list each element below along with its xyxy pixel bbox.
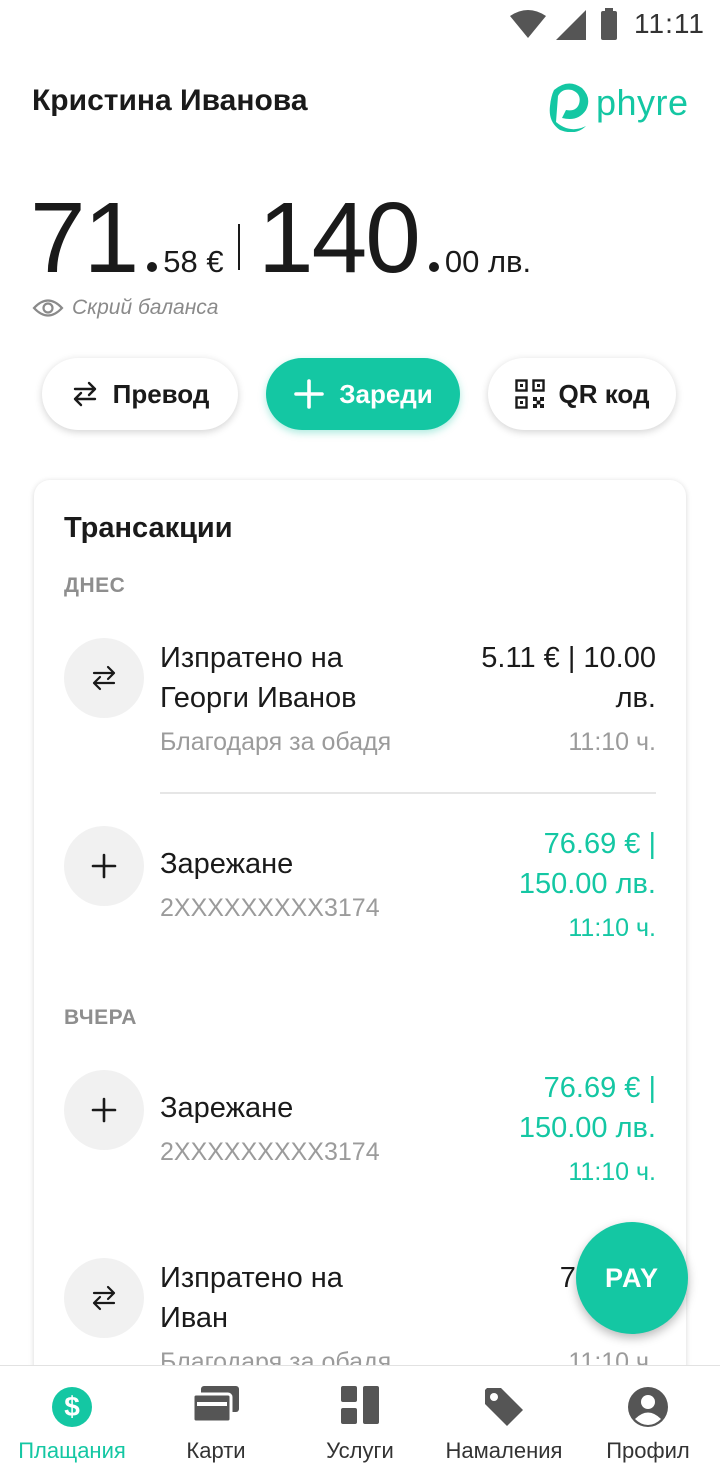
pay-button[interactable]: PAY [576, 1222, 688, 1334]
transaction-title: Зарежане [160, 1092, 294, 1124]
signal-icon [556, 10, 586, 40]
dollar-icon: $ [52, 1387, 92, 1427]
transaction-title-line1: Изпратено на [160, 1262, 343, 1294]
transfer-arrows-icon [64, 638, 144, 718]
transaction-item[interactable]: Зарежане 2XXXXXXXXX3174 76.69 € | 150.00… [34, 826, 686, 956]
transfer-arrows-icon [71, 380, 99, 408]
group-label-today: ДНЕС [64, 574, 126, 597]
transaction-amount: 76.69 € | 150.00 лв. [519, 1068, 656, 1148]
bottom-navigation: $ Плащания Карти Услуги Намаления Профил [0, 1365, 720, 1478]
phyre-logo: phyre [546, 78, 696, 132]
transfer-arrows-icon [64, 1258, 144, 1338]
transaction-amount-line2: 150.00 лв. [518, 1112, 656, 1144]
battery-icon [601, 8, 617, 40]
decimal-dot [428, 262, 439, 272]
nav-item-discounts[interactable]: Намаления [432, 1366, 576, 1478]
transaction-title-line1: Изпратено на [160, 642, 343, 674]
transaction-amount-line1: 76.69 € | [543, 1072, 656, 1104]
transaction-amount-line2: 150.00 лв. [518, 868, 656, 900]
transaction-time: 11:10 ч. [568, 914, 656, 942]
transaction-amount-line2: лв. [615, 682, 656, 714]
cards-icon [193, 1386, 239, 1424]
balance-eur-decimal: 58 € [163, 244, 224, 279]
balance-separator [238, 224, 240, 270]
group-label-yesterday: ВЧЕРА [64, 1006, 137, 1029]
transaction-item[interactable]: Изпратено на Георги Иванов Благодаря за … [34, 638, 686, 788]
transaction-item[interactable]: Зарежане 2XXXXXXXXX3174 76.69 € | 150.00… [34, 1070, 686, 1200]
transaction-amount: 76.69 € | 150.00 лв. [519, 824, 656, 904]
transaction-subtitle: Благодаря за обадя [160, 728, 392, 756]
qr-code-label: QR код [558, 378, 650, 409]
nav-item-services[interactable]: Услуги [288, 1366, 432, 1478]
plus-icon [64, 826, 144, 906]
wifi-icon [510, 10, 546, 38]
transaction-title: Зарежане [160, 848, 294, 880]
qr-code-icon [514, 379, 545, 409]
transaction-amount-line1: 5.11 € | 10.00 [481, 642, 656, 674]
balance-bgn-decimal: 00 лв. [444, 244, 532, 279]
status-bar: 11:11 [0, 0, 720, 48]
transaction-time: 11:10 ч. [568, 728, 656, 756]
logo-text: phyre [596, 82, 689, 123]
qr-code-button[interactable]: QR код [488, 358, 676, 430]
transaction-title-line2: Георги Иванов [160, 682, 357, 714]
nav-item-cards[interactable]: Карти [144, 1366, 288, 1478]
transactions-title: Трансакции [64, 512, 233, 544]
nav-item-payments[interactable]: $ Плащания [0, 1366, 144, 1478]
transaction-time: 11:10 ч. [568, 1158, 656, 1186]
phyre-logo-mark-icon [549, 83, 589, 132]
nav-label: Плащания [18, 1438, 126, 1463]
topup-label: Зареди [339, 378, 433, 409]
decimal-dot [147, 262, 158, 272]
transaction-amount: 5.11 € | 10.00 лв. [481, 638, 656, 718]
nav-label: Услуги [326, 1438, 394, 1463]
divider [160, 792, 656, 794]
svg-text:$: $ [64, 1391, 80, 1422]
nav-label: Намаления [445, 1438, 563, 1463]
transaction-title-line2: Иван [160, 1302, 229, 1334]
grid-icon [341, 1386, 379, 1424]
hide-balance-label: Скрий баланса [72, 296, 219, 319]
transaction-title: Изпратено на Георги Иванов [160, 638, 357, 718]
nav-label: Профил [606, 1438, 690, 1463]
transactions-card: Трансакции ДНЕС Изпратено на Георги Иван… [34, 480, 686, 1478]
balance-display: 71 58 € 140 00 лв. [30, 178, 710, 288]
tag-icon [485, 1388, 523, 1426]
user-name: Кристина Иванова [32, 84, 308, 117]
status-time: 11:11 [634, 8, 705, 39]
transaction-subtitle: 2XXXXXXXXX3174 [160, 1138, 380, 1166]
topup-button[interactable]: Зареди [266, 358, 460, 430]
plus-icon [293, 378, 325, 410]
balance-bgn: 140 00 лв. [258, 188, 531, 288]
transaction-title: Изпратено на Иван [160, 1258, 343, 1338]
transaction-amount-line1: 76.69 € | [543, 828, 656, 860]
transfer-button[interactable]: Превод [42, 358, 238, 430]
person-icon [628, 1387, 668, 1427]
plus-icon [64, 1070, 144, 1150]
transaction-subtitle: 2XXXXXXXXX3174 [160, 894, 380, 922]
transfer-label: Превод [112, 378, 210, 409]
nav-item-profile[interactable]: Профил [576, 1366, 720, 1478]
balance-eur: 71 58 € [30, 188, 224, 288]
hide-balance-toggle[interactable]: Скрий баланса [32, 296, 218, 320]
balance-bgn-integer: 140 [258, 182, 421, 294]
eye-icon [32, 299, 64, 317]
balance-eur-integer: 71 [30, 182, 139, 294]
nav-label: Карти [186, 1438, 246, 1463]
